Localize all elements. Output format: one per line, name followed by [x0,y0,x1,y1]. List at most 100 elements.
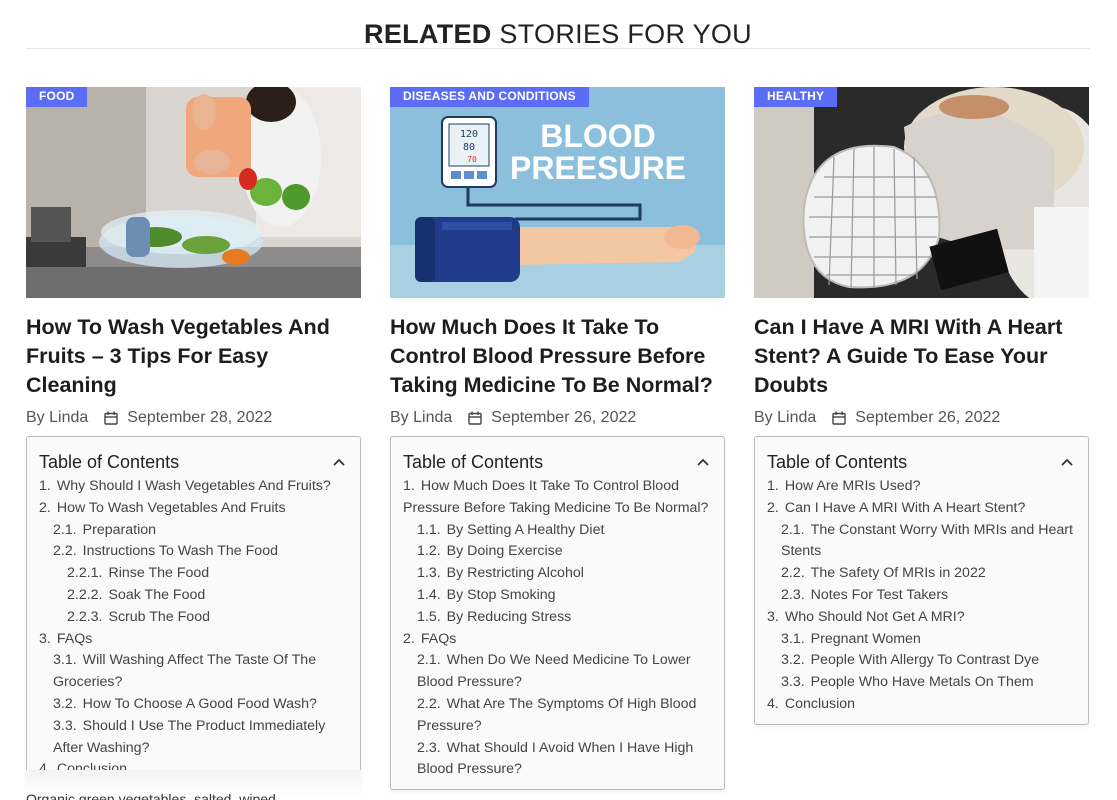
toc-item-label: FAQs [420,630,457,647]
toc-item-number: 3.2. [781,652,805,669]
toc-item[interactable]: 3.1. Pregnant Women [767,629,1076,651]
toc-item-number: 3.1. [781,630,805,647]
toc-item[interactable]: 3. FAQs [39,629,348,651]
toc-item[interactable]: 3. Who Should Not Get A MRI? [767,607,1076,629]
toc-item-label: The Safety Of MRIs in 2022 [810,565,986,582]
calendar-icon [468,411,482,425]
toc-item-label: How Much Does It Take To Control Blood P… [403,478,709,516]
toc-item[interactable]: 2. FAQs [403,629,712,651]
toc-item[interactable]: 1.4. By Stop Smoking [403,585,712,607]
toc-item-label: Conclusion [784,695,856,712]
toc-item-number: 3.3. [781,674,805,691]
toc-item[interactable]: 2.2.1. Rinse The Food [39,563,348,585]
post-title-link[interactable]: Can I Have A MRI With A Heart Stent? A G… [754,313,1089,400]
toc-item-number: 1.4. [417,586,441,603]
toc-item[interactable]: 1.1. By Setting A Healthy Diet [403,520,712,542]
chevron-up-icon[interactable] [332,455,346,469]
toc-list: 1. Why Should I Wash Vegetables And Fruit… [39,476,348,781]
toc-item[interactable]: 2.2.2. Soak The Food [39,585,348,607]
story-card-2: 120 80 70 BLOOD PREESURE DISEASES AND CO… [390,87,725,791]
post-date: September 26, 2022 [855,409,1001,426]
author-link[interactable]: By Linda [26,408,88,428]
monitor-pulse: 70 [467,155,477,164]
post-meta: By Linda September 26, 2022 [390,408,725,428]
chevron-up-icon[interactable] [696,455,710,469]
toc-item-label: How Are MRIs Used? [784,478,921,494]
post-meta: By Linda September 28, 2022 [26,408,361,428]
toc-item-label: Why Should I Wash Vegetables And Fruits? [56,478,331,494]
toc-item[interactable]: 2.2. Instructions To Wash The Food [39,541,348,563]
chevron-up-icon[interactable] [1060,455,1074,469]
story-card-3: HEALTHY Can I Have A MRI With A Heart St… [754,87,1089,725]
story-thumbnail-1[interactable]: FOOD [26,87,361,298]
toc-item[interactable]: 1.2. By Doing Exercise [403,541,712,563]
toc-item-label: By Reducing Stress [446,608,572,625]
toc-item[interactable]: 2.1. When Do We Need Medicine To Lower Bl… [403,650,712,694]
toc-item-number: 1. [403,478,415,494]
toc-item-number: 4. [767,695,779,712]
post-title-link[interactable]: How Much Does It Take To Control Blood P… [390,313,725,400]
toc-item-number: 2. [39,499,51,516]
section-title: RELATED STORIES FOR YOU [26,18,1090,50]
category-badge[interactable]: FOOD [26,87,88,107]
toc-item[interactable]: 1. How Are MRIs Used? [767,476,1076,498]
toc-item-number: 2.2. [53,543,77,560]
toc-item-number: 2.2. [781,565,805,582]
toc-title: Table of Contents [403,452,544,472]
toc-item-number: 2.2.2. [67,586,103,603]
category-badge[interactable]: HEALTHY [754,87,838,107]
category-badge[interactable]: DISEASES AND CONDITIONS [390,87,589,107]
excerpt-snippet: Organic green vegetables, salted, wiped [26,791,276,800]
toc-item[interactable]: 1.3. By Restricting Alcohol [403,563,712,585]
toc-item-label: Rinse The Food [108,565,210,582]
toc-item[interactable]: 3.2. People With Allergy To Contrast Dye [767,650,1076,672]
monitor-systolic: 120 [460,129,478,140]
toc-item[interactable]: 3.1. Will Washing Affect The Taste Of The… [39,650,348,694]
toc-item[interactable]: 1.5. By Reducing Stress [403,607,712,629]
toc-item-number: 1. [767,478,779,494]
toc-item-label: What Are The Symptoms Of High Blood Pres… [417,695,697,734]
toc-item-label: Who Should Not Get A MRI? [784,608,965,625]
toc-item-number: 2. [403,630,415,647]
toc-item[interactable]: 1. Why Should I Wash Vegetables And Fruit… [39,476,348,498]
toc-item[interactable]: 4. Conclusion [767,694,1076,716]
toc-item[interactable]: 2. Can I Have A MRI With A Heart Stent? [767,498,1076,520]
toc-item[interactable]: 2.2. What Are The Symptoms Of High Blood … [403,694,712,738]
toc-item-number: 2.1. [53,521,77,538]
monitor-diastolic: 80 [463,142,475,153]
toc-item-number: 1. [39,478,51,494]
post-title-link[interactable]: How To Wash Vegetables And Fruits – 3 Ti… [26,313,361,400]
toc-item-number: 3. [39,630,51,647]
story-thumbnail-3[interactable]: HEALTHY [754,87,1089,298]
toc-item-number: 2.2. [417,695,441,712]
author-link[interactable]: By Linda [754,408,816,428]
toc-item[interactable]: 2.2.3. Scrub The Food [39,607,348,629]
story-thumbnail-2[interactable]: 120 80 70 BLOOD PREESURE DISEASES AND CO… [390,87,725,298]
toc-item[interactable]: 1. How Much Does It Take To Control Blood… [403,476,712,520]
toc-item-label: Will Washing Affect The Taste Of The Gro… [53,652,317,691]
toc-item[interactable]: 2.1. The Constant Worry With MRIs and Hea… [767,520,1076,564]
toc-item[interactable]: 3.3. Should I Use The Product Immediately… [39,716,348,760]
toc-item[interactable]: 3.2. How To Choose A Good Food Wash? [39,694,348,716]
toc-item[interactable]: 2.1. Preparation [39,520,348,542]
toc-item-number: 1.5. [417,608,441,625]
toc-toggle[interactable]: Table of Contents [403,451,712,473]
toc-item-number: 2.2.3. [67,608,103,625]
toc-item[interactable]: 2.3. Notes For Test Takers [767,585,1076,607]
toc-item-number: 3.3. [53,717,77,734]
mri-patient-image [754,87,1089,298]
toc-item-label: By Doing Exercise [446,543,563,560]
toc-item-number: 1.3. [417,565,441,582]
toc-item[interactable]: 2.2. The Safety Of MRIs in 2022 [767,563,1076,585]
toc-item[interactable]: 2.3. What Should I Avoid When I Have High… [403,738,712,782]
post-date: September 28, 2022 [127,409,273,426]
toc-item-label: How To Choose A Good Food Wash? [82,695,317,712]
toc-toggle[interactable]: Table of Contents [39,451,348,473]
toc-toggle[interactable]: Table of Contents [767,451,1076,473]
author-link[interactable]: By Linda [390,408,452,428]
toc-item-label: By Restricting Alcohol [446,565,584,582]
toc-item[interactable]: 2. How To Wash Vegetables And Fruits [39,498,348,520]
table-of-contents: Table of Contents 1. How Are MRIs Used? 2.… [754,436,1089,725]
image-text-line2: PREESURE [510,150,686,186]
toc-item[interactable]: 3.3. People Who Have Metals On Them [767,672,1076,694]
